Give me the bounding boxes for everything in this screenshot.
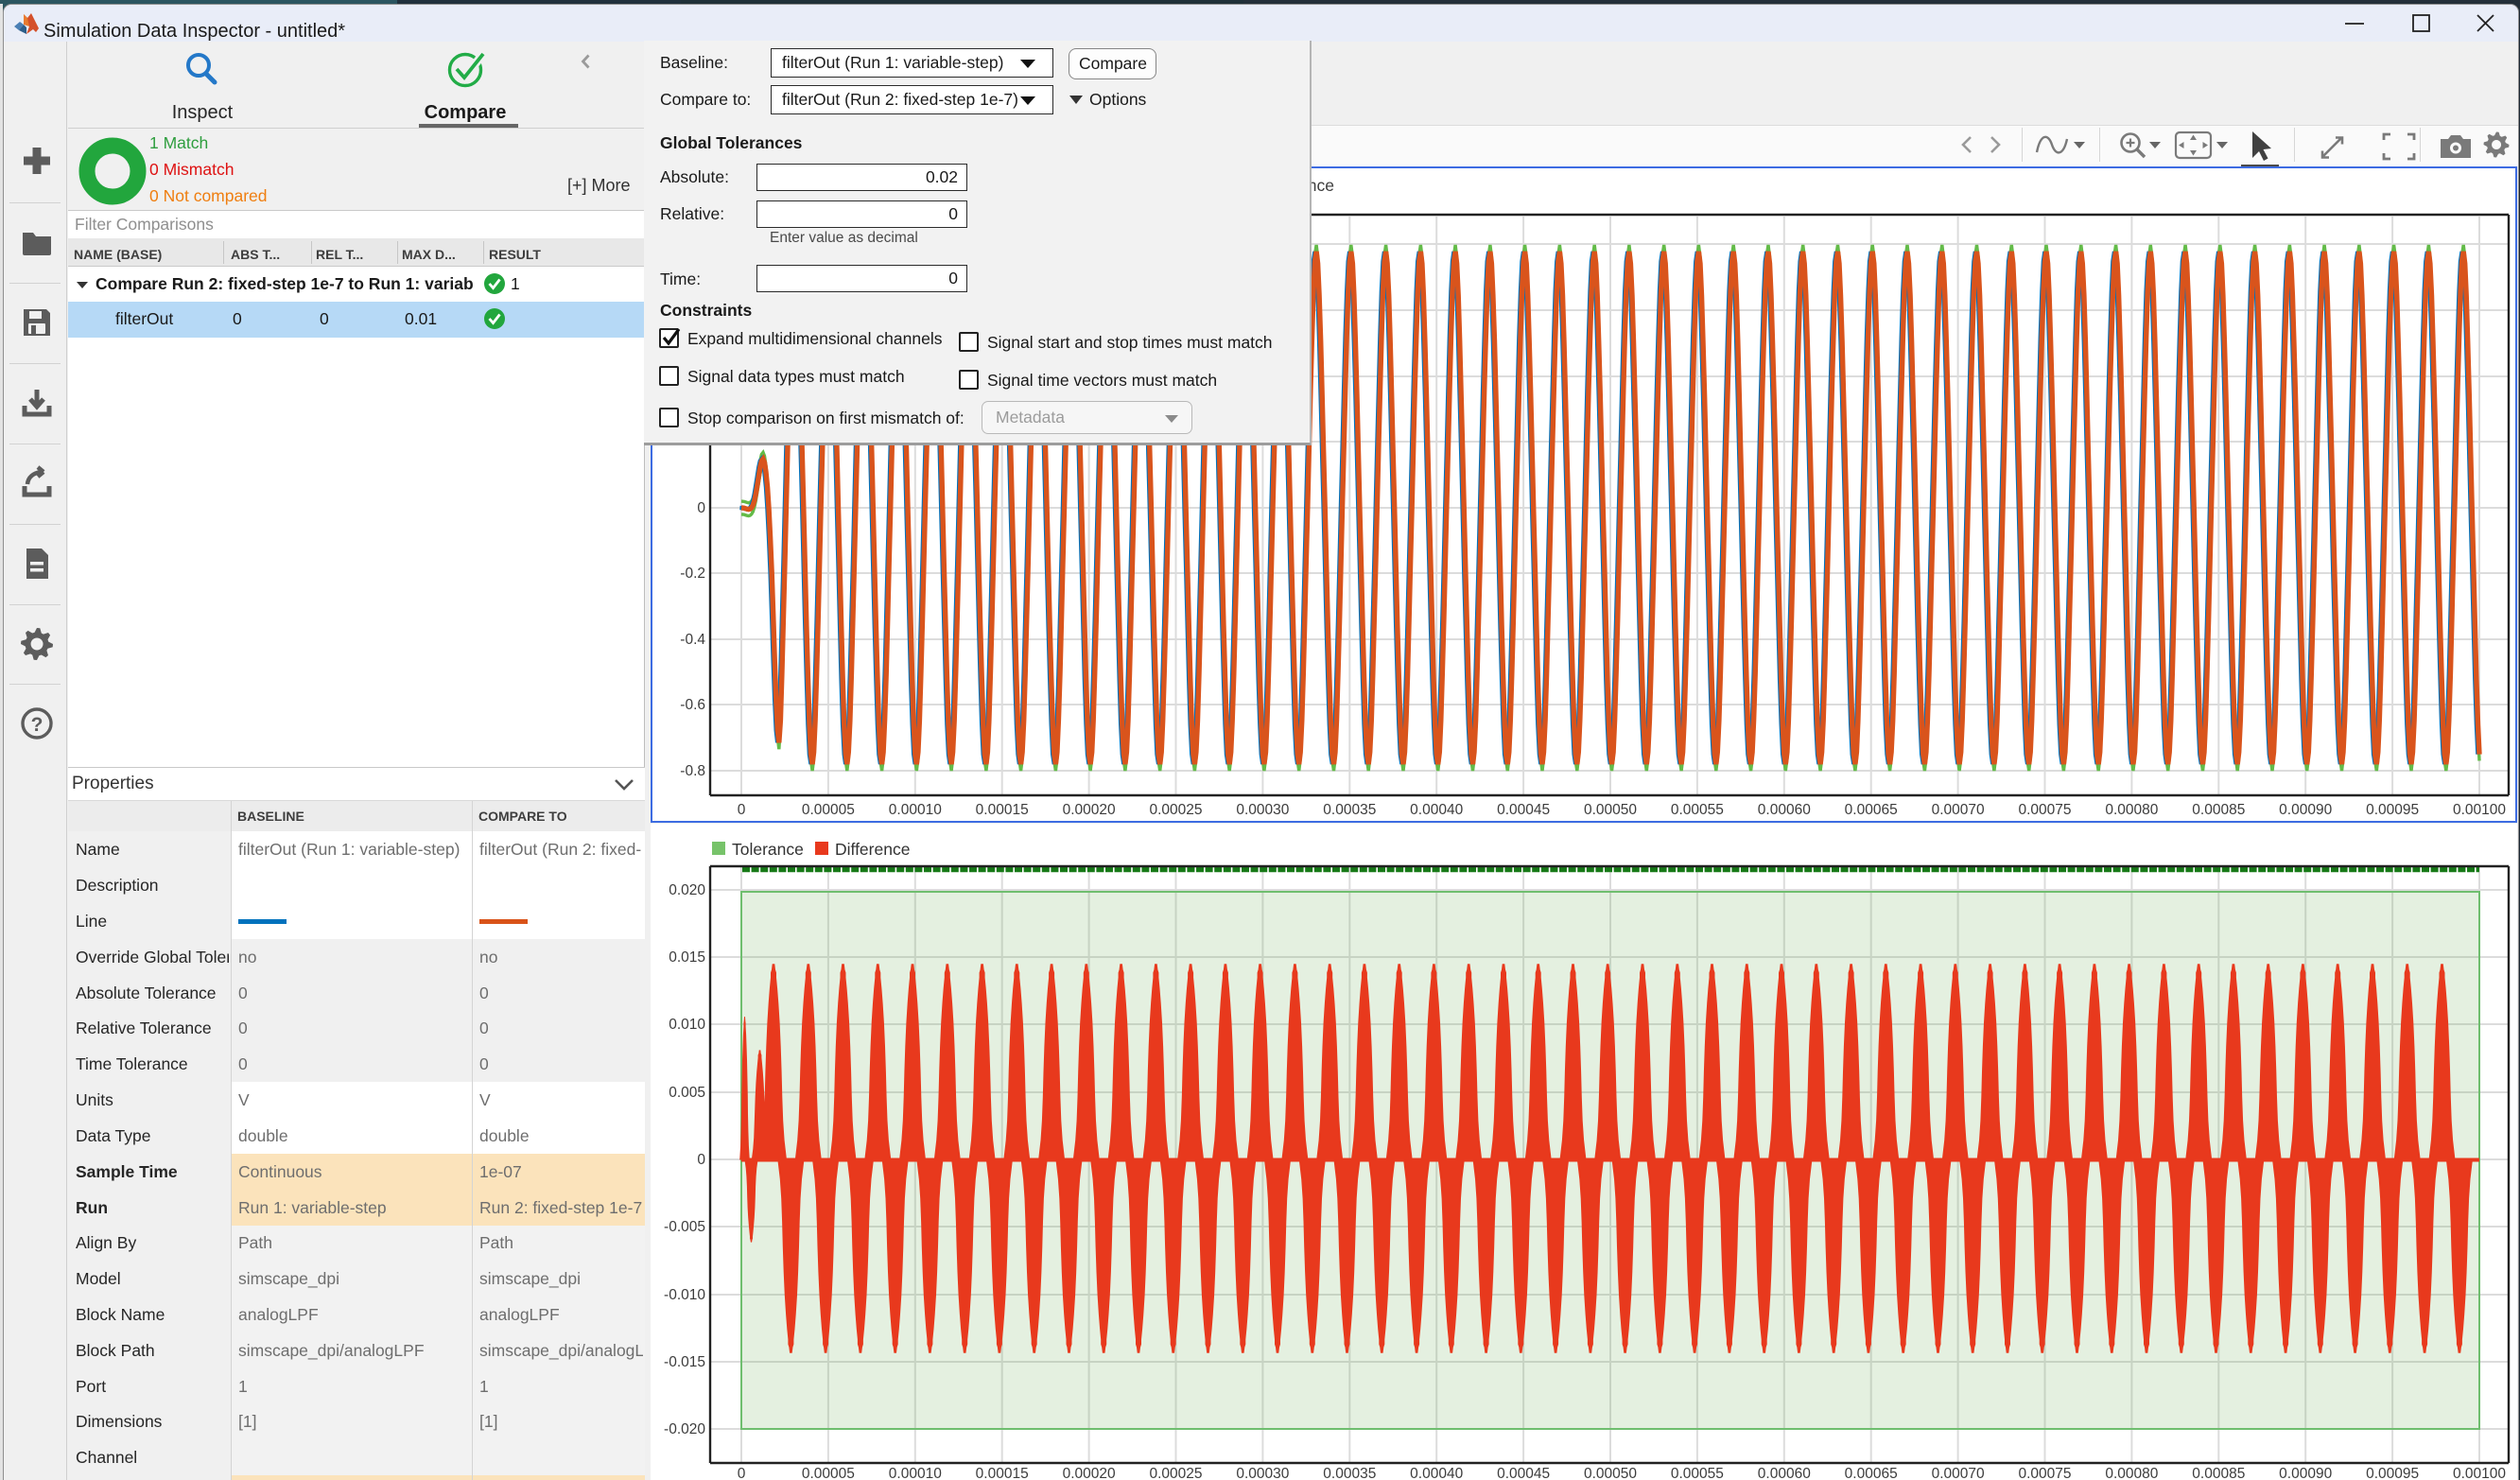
svg-text:0.005: 0.005 [669,1085,705,1101]
svg-text:0.00025: 0.00025 [1149,802,1202,818]
svg-text:0.00015: 0.00015 [976,1466,1029,1480]
svg-text:0.00065: 0.00065 [1845,802,1898,818]
svg-text:0.00055: 0.00055 [1671,802,1724,818]
svg-text:0.00020: 0.00020 [1063,802,1116,818]
svg-text:0.015: 0.015 [669,949,705,966]
svg-text:0.00060: 0.00060 [1758,802,1811,818]
svg-text:0.00100: 0.00100 [2453,802,2506,818]
svg-text:0.00035: 0.00035 [1323,1466,1376,1480]
svg-text:0.00070: 0.00070 [1932,802,1985,818]
svg-text:0.00080: 0.00080 [2105,1466,2158,1480]
svg-text:0.00045: 0.00045 [1497,802,1550,818]
svg-text:-0.010: -0.010 [664,1287,705,1303]
svg-text:0.00070: 0.00070 [1932,1466,1985,1480]
svg-text:0.00045: 0.00045 [1497,1466,1550,1480]
svg-text:0.00060: 0.00060 [1758,1466,1811,1480]
svg-text:0.00030: 0.00030 [1236,802,1289,818]
svg-text:-0.2: -0.2 [680,566,705,582]
svg-text:-0.005: -0.005 [664,1219,705,1235]
svg-text:0.00015: 0.00015 [976,802,1029,818]
svg-text:0.00095: 0.00095 [2366,1466,2419,1480]
svg-text:0.00025: 0.00025 [1149,1466,1202,1480]
svg-text:0.00090: 0.00090 [2279,1466,2332,1480]
svg-text:-0.020: -0.020 [664,1421,705,1437]
svg-text:0.00075: 0.00075 [2018,802,2071,818]
svg-text:-0.015: -0.015 [664,1354,705,1370]
svg-text:0.00090: 0.00090 [2279,802,2332,818]
svg-text:0.020: 0.020 [669,882,705,898]
svg-text:-0.4: -0.4 [680,632,705,648]
svg-text:0.00085: 0.00085 [2192,802,2245,818]
svg-text:0.00040: 0.00040 [1410,1466,1463,1480]
svg-text:0.00035: 0.00035 [1323,802,1376,818]
svg-text:0: 0 [697,1152,705,1168]
svg-text:0.00005: 0.00005 [802,802,855,818]
svg-text:0.00055: 0.00055 [1671,1466,1724,1480]
svg-text:0.00010: 0.00010 [889,802,942,818]
svg-text:0.00085: 0.00085 [2192,1466,2245,1480]
svg-text:0.00100: 0.00100 [2453,1466,2506,1480]
svg-text:0.00040: 0.00040 [1410,802,1463,818]
svg-text:0.00075: 0.00075 [2018,1466,2071,1480]
svg-text:0.010: 0.010 [669,1017,705,1033]
svg-text:-0.6: -0.6 [680,697,705,713]
svg-text:-0.8: -0.8 [680,763,705,779]
svg-text:0.00050: 0.00050 [1584,802,1637,818]
svg-text:0: 0 [738,802,746,818]
svg-text:0.00095: 0.00095 [2366,802,2419,818]
svg-text:0: 0 [738,1466,746,1480]
svg-text:0.00005: 0.00005 [802,1466,855,1480]
svg-text:?: ? [31,714,43,736]
svg-text:0: 0 [697,500,705,516]
svg-text:0.00020: 0.00020 [1063,1466,1116,1480]
svg-text:0.00010: 0.00010 [889,1466,942,1480]
svg-text:0.00050: 0.00050 [1584,1466,1637,1480]
svg-text:0.00030: 0.00030 [1236,1466,1289,1480]
svg-text:0.00065: 0.00065 [1845,1466,1898,1480]
svg-text:0.00080: 0.00080 [2105,802,2158,818]
